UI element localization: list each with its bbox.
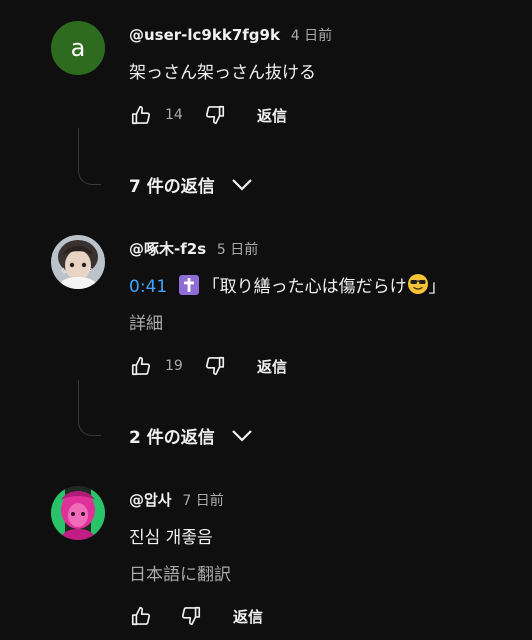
comment-text: 진심 개좋음 bbox=[129, 528, 213, 548]
read-more-link[interactable]: 詳細 bbox=[129, 309, 163, 334]
thread-connector bbox=[78, 128, 101, 185]
comment-header: @user-lc9kk7fg9k 4 日前 bbox=[129, 25, 332, 45]
comment-text: 架っさん架っさん抜ける bbox=[129, 63, 316, 83]
replies-toggle-label: 7 件の返信 bbox=[129, 177, 215, 197]
avatar-letter: a bbox=[70, 34, 86, 62]
replies-toggle[interactable]: 2 件の返信 bbox=[129, 423, 253, 448]
comment-text-end: 」 bbox=[428, 277, 446, 297]
comment-time[interactable]: 5 日前 bbox=[217, 242, 258, 258]
comment-header: @압사 7 日前 bbox=[129, 489, 224, 510]
avatar[interactable] bbox=[51, 486, 105, 540]
comment-text-main: 「取り繕った心は傷だらけ bbox=[202, 277, 407, 297]
svg-text:b: b bbox=[89, 267, 92, 273]
comment-author[interactable]: @啄木-f2s bbox=[129, 240, 206, 258]
chevron-down-icon bbox=[231, 178, 253, 192]
comment-time[interactable]: 4 日前 bbox=[291, 28, 332, 44]
reply-button[interactable]: 返信 bbox=[233, 606, 263, 627]
comment-author[interactable]: @user-lc9kk7fg9k bbox=[129, 26, 280, 44]
comment-text: 0:41 「取り繕った心は傷だらけ 」 bbox=[129, 272, 446, 300]
comment-actions: 返信 bbox=[129, 602, 263, 630]
replies-toggle-label: 2 件の返信 bbox=[129, 428, 215, 448]
thumbs-down-icon[interactable] bbox=[203, 103, 227, 127]
avatar[interactable]: な b bbox=[51, 235, 105, 289]
reply-button[interactable]: 返信 bbox=[257, 356, 287, 377]
comment-actions: 14 返信 bbox=[129, 101, 287, 129]
thumbs-up-icon[interactable] bbox=[129, 604, 153, 628]
comment-author[interactable]: @압사 bbox=[129, 491, 172, 509]
comment-header: @啄木-f2s 5 日前 bbox=[129, 238, 258, 259]
reply-button[interactable]: 返信 bbox=[257, 105, 287, 126]
replies-toggle[interactable]: 7 件の返信 bbox=[129, 172, 253, 197]
like-count: 14 bbox=[165, 107, 183, 123]
translate-link[interactable]: 日本語に翻訳 bbox=[129, 560, 231, 585]
thumbs-down-icon[interactable] bbox=[203, 354, 227, 378]
chevron-down-icon bbox=[231, 429, 253, 443]
thumbs-up-icon[interactable] bbox=[129, 354, 153, 378]
latin-cross-emoji bbox=[178, 275, 199, 300]
sunglasses-face-emoji bbox=[407, 273, 429, 300]
comment-actions: 19 返信 bbox=[129, 352, 287, 380]
thumbs-up-icon[interactable] bbox=[129, 103, 153, 127]
comment-time[interactable]: 7 日前 bbox=[182, 493, 223, 509]
svg-text:な: な bbox=[61, 268, 67, 275]
thumbs-down-icon[interactable] bbox=[179, 604, 203, 628]
avatar[interactable]: a bbox=[51, 21, 105, 75]
like-count: 19 bbox=[165, 358, 183, 374]
timestamp-link[interactable]: 0:41 bbox=[129, 277, 167, 297]
thread-connector bbox=[78, 380, 101, 436]
